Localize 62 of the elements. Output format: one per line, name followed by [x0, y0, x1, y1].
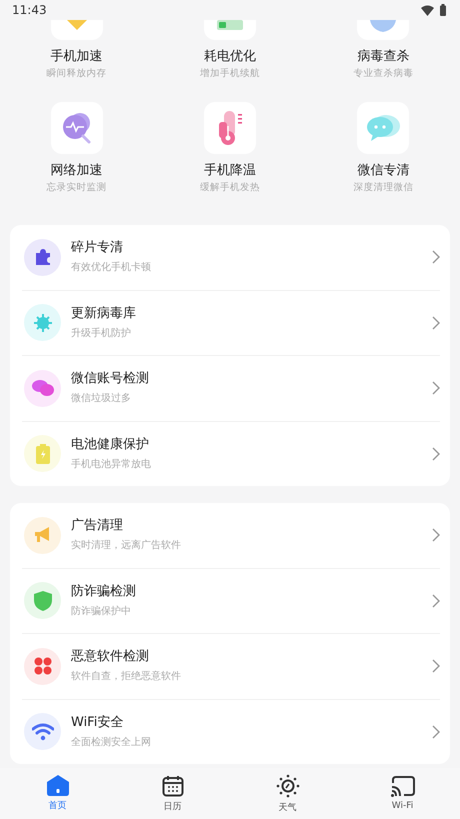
- grid-icon: [34, 657, 52, 676]
- item-title[interactable]: 广告清理: [71, 517, 432, 536]
- item-title[interactable]: 防诈骗检测: [71, 582, 432, 601]
- wifi-icon: [32, 722, 54, 741]
- chevron-icon[interactable]: [432, 724, 440, 739]
- chevron-icon[interactable]: [432, 250, 440, 264]
- item-subtitle: 升级手机防护: [71, 326, 132, 341]
- chevron-icon[interactable]: [432, 594, 440, 608]
- virus-icon: [32, 312, 52, 333]
- item-subtitle: 手机电池异常放电: [71, 458, 152, 472]
- tool-subtitle: 专业查杀病毒: [353, 67, 414, 81]
- triangle-icon: [66, 20, 87, 30]
- item-title[interactable]: 碎片专清: [71, 239, 432, 258]
- tool-tile[interactable]: [357, 102, 410, 154]
- item-subtitle: 实时清理，远离广告软件: [71, 539, 182, 554]
- item-title[interactable]: 恶意软件检测: [71, 648, 432, 666]
- tool-subtitle: 瞬间释放内存: [46, 67, 107, 81]
- tool-title: 手机加速: [50, 48, 103, 66]
- item-subtitle: 微信垃圾过多: [71, 392, 132, 406]
- puzzle-icon: [34, 248, 52, 266]
- item-title[interactable]: 电池健康保护: [71, 436, 432, 454]
- cast-icon: [390, 776, 414, 798]
- battery-icon: [216, 20, 243, 32]
- tool-tile[interactable]: [357, 20, 410, 40]
- battery-icon: [36, 444, 50, 464]
- tool-tile[interactable]: [50, 20, 103, 40]
- nav-tab[interactable]: Wi-Fi: [345, 768, 460, 819]
- tool-tile[interactable]: [204, 102, 256, 154]
- calendar-icon: [162, 774, 184, 796]
- chevron-icon[interactable]: [432, 316, 440, 330]
- wifi-icon: [421, 4, 434, 16]
- tool-subtitle: 忘录实时监测: [46, 181, 107, 195]
- tool-title: 网络加速: [50, 162, 103, 180]
- item-title[interactable]: WiFi安全: [71, 714, 432, 732]
- battery-icon: [440, 4, 446, 16]
- item-title[interactable]: 更新病毒库: [71, 304, 432, 323]
- tool-title: 病毒查杀: [357, 48, 410, 66]
- chevron-icon[interactable]: [432, 381, 440, 396]
- item-title[interactable]: 微信账号检测: [71, 370, 432, 388]
- tool-subtitle: 增加手机续航: [200, 67, 260, 81]
- item-subtitle: 有效优化手机卡顿: [71, 261, 152, 276]
- chat-bubbles-icon: [365, 113, 402, 143]
- home-icon: [46, 775, 68, 796]
- tool-title: 手机降温: [204, 162, 256, 180]
- item-subtitle: 防诈骗保护中: [71, 604, 132, 619]
- tool-tile[interactable]: [50, 102, 103, 154]
- sun-icon: [276, 774, 300, 798]
- nav-tab[interactable]: 日历: [115, 768, 230, 819]
- nav-tab[interactable]: 天气: [230, 768, 345, 819]
- nav-tab[interactable]: 首页: [0, 768, 115, 819]
- chevron-icon[interactable]: [432, 446, 440, 461]
- chevron-icon[interactable]: [432, 659, 440, 674]
- chat-bubbles-icon: [32, 379, 54, 398]
- tool-title: 微信专清: [357, 162, 410, 180]
- tool-subtitle: 缓解手机发热: [200, 181, 260, 195]
- status-time: 11:43: [12, 3, 47, 17]
- tool-tile[interactable]: [204, 20, 256, 40]
- tool-subtitle: 深度清理微信: [353, 181, 414, 195]
- item-subtitle: 软件自查，拒绝恶意软件: [71, 670, 182, 684]
- tool-title: 耗电优化: [204, 48, 256, 66]
- chevron-icon[interactable]: [432, 528, 440, 542]
- item-subtitle: 全面检测安全上网: [71, 736, 152, 750]
